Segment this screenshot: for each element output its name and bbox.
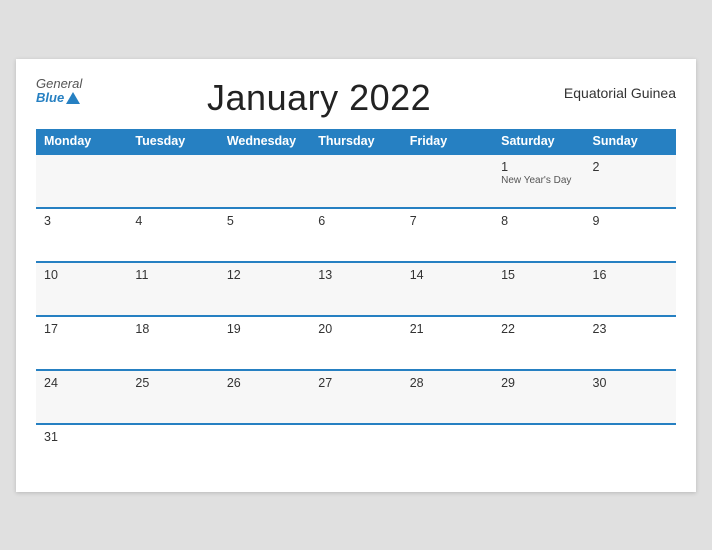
weekday-header-friday: Friday	[402, 129, 493, 154]
day-number: 18	[135, 322, 210, 336]
day-number: 20	[318, 322, 393, 336]
calendar-day-cell	[310, 154, 401, 208]
calendar-day-cell: 15	[493, 262, 584, 316]
calendar-week-row: 3 4 5 6 7 8 9	[36, 208, 676, 262]
calendar-day-cell: 6	[310, 208, 401, 262]
day-number: 4	[135, 214, 210, 228]
calendar-container: General Blue January 2022 Equatorial Gui…	[16, 59, 696, 492]
day-number: 21	[410, 322, 485, 336]
calendar-day-cell: 7	[402, 208, 493, 262]
day-number: 6	[318, 214, 393, 228]
calendar-day-cell	[127, 424, 218, 478]
weekday-header-wednesday: Wednesday	[219, 129, 310, 154]
calendar-week-row: 17 18 19 20 21 22 23	[36, 316, 676, 370]
calendar-day-cell: 9	[585, 208, 676, 262]
weekday-header-row: MondayTuesdayWednesdayThursdayFridaySatu…	[36, 129, 676, 154]
calendar-week-row: 10 11 12 13 14 15 16	[36, 262, 676, 316]
calendar-day-cell	[127, 154, 218, 208]
calendar-day-cell: 23	[585, 316, 676, 370]
calendar-day-cell: 2	[585, 154, 676, 208]
weekday-header-saturday: Saturday	[493, 129, 584, 154]
calendar-day-cell: 24	[36, 370, 127, 424]
calendar-day-cell: 25	[127, 370, 218, 424]
calendar-day-cell: 4	[127, 208, 218, 262]
logo: General Blue	[36, 77, 82, 106]
calendar-day-cell	[402, 154, 493, 208]
day-number: 25	[135, 376, 210, 390]
calendar-day-cell: 5	[219, 208, 310, 262]
calendar-week-row: 24 25 26 27 28 29 30	[36, 370, 676, 424]
day-number: 12	[227, 268, 302, 282]
calendar-table: MondayTuesdayWednesdayThursdayFridaySatu…	[36, 129, 676, 478]
logo-blue-text: Blue	[36, 91, 64, 105]
calendar-day-cell	[219, 154, 310, 208]
day-number: 8	[501, 214, 576, 228]
weekday-header-sunday: Sunday	[585, 129, 676, 154]
country-label: Equatorial Guinea	[556, 77, 676, 101]
calendar-day-cell: 12	[219, 262, 310, 316]
day-number: 23	[593, 322, 668, 336]
calendar-day-cell: 18	[127, 316, 218, 370]
calendar-day-cell: 28	[402, 370, 493, 424]
calendar-day-cell: 31	[36, 424, 127, 478]
day-number: 13	[318, 268, 393, 282]
weekday-header-tuesday: Tuesday	[127, 129, 218, 154]
calendar-day-cell: 16	[585, 262, 676, 316]
calendar-header: General Blue January 2022 Equatorial Gui…	[36, 77, 676, 119]
calendar-day-cell: 10	[36, 262, 127, 316]
calendar-day-cell: 8	[493, 208, 584, 262]
calendar-day-cell: 26	[219, 370, 310, 424]
day-number: 16	[593, 268, 668, 282]
calendar-day-cell	[585, 424, 676, 478]
calendar-day-cell: 27	[310, 370, 401, 424]
calendar-day-cell	[310, 424, 401, 478]
day-number: 30	[593, 376, 668, 390]
logo-general-text: General	[36, 77, 82, 91]
day-number: 26	[227, 376, 302, 390]
calendar-day-cell	[493, 424, 584, 478]
day-number: 1	[501, 160, 576, 174]
calendar-day-cell: 1New Year's Day	[493, 154, 584, 208]
day-number: 24	[44, 376, 119, 390]
calendar-day-cell: 11	[127, 262, 218, 316]
day-number: 28	[410, 376, 485, 390]
day-number: 11	[135, 268, 210, 282]
calendar-day-cell: 21	[402, 316, 493, 370]
calendar-week-row: 1New Year's Day 2	[36, 154, 676, 208]
day-number: 22	[501, 322, 576, 336]
day-number: 27	[318, 376, 393, 390]
day-number: 31	[44, 430, 119, 444]
calendar-day-cell: 13	[310, 262, 401, 316]
day-number: 3	[44, 214, 119, 228]
calendar-day-cell: 17	[36, 316, 127, 370]
weekday-header-monday: Monday	[36, 129, 127, 154]
holiday-label: New Year's Day	[501, 175, 576, 186]
calendar-day-cell: 14	[402, 262, 493, 316]
day-number: 19	[227, 322, 302, 336]
calendar-day-cell: 30	[585, 370, 676, 424]
day-number: 17	[44, 322, 119, 336]
calendar-day-cell	[402, 424, 493, 478]
calendar-day-cell: 29	[493, 370, 584, 424]
day-number: 15	[501, 268, 576, 282]
calendar-day-cell: 20	[310, 316, 401, 370]
day-number: 7	[410, 214, 485, 228]
day-number: 5	[227, 214, 302, 228]
day-number: 10	[44, 268, 119, 282]
calendar-week-row: 31	[36, 424, 676, 478]
day-number: 29	[501, 376, 576, 390]
weekday-header-thursday: Thursday	[310, 129, 401, 154]
calendar-day-cell: 3	[36, 208, 127, 262]
calendar-day-cell	[36, 154, 127, 208]
day-number: 2	[593, 160, 668, 174]
day-number: 14	[410, 268, 485, 282]
calendar-title: January 2022	[82, 77, 556, 119]
calendar-day-cell	[219, 424, 310, 478]
day-number: 9	[593, 214, 668, 228]
calendar-day-cell: 22	[493, 316, 584, 370]
logo-triangle-icon	[66, 92, 80, 104]
calendar-day-cell: 19	[219, 316, 310, 370]
